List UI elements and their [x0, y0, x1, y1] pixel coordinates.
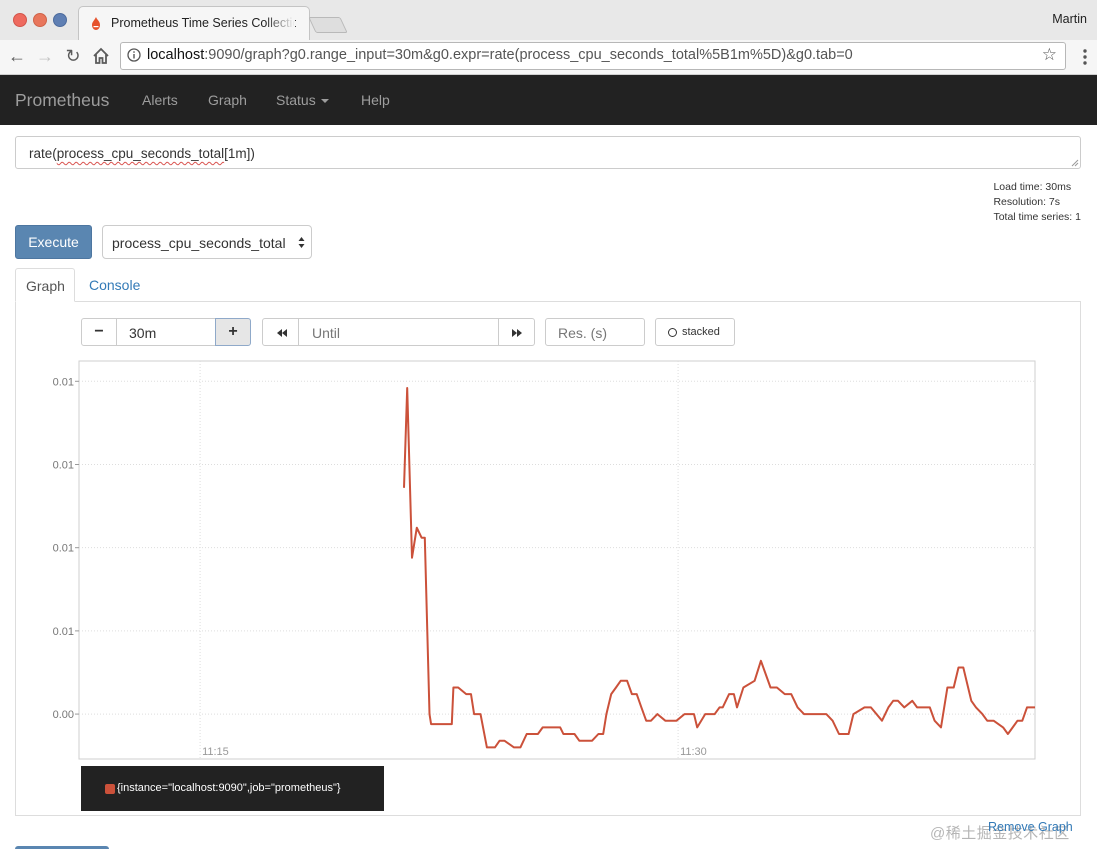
- x-tick-label: 11:30: [680, 746, 707, 758]
- tab-graph[interactable]: Graph: [15, 268, 75, 302]
- legend-series-label: {instance="localhost:9090",job="promethe…: [117, 782, 341, 794]
- expression-metric: process_cpu_seconds_total: [56, 146, 225, 161]
- forward-arrow-icon[interactable]: →: [34, 44, 56, 68]
- select-arrows-icon: [298, 237, 305, 248]
- x-tick-label: 11:15: [202, 746, 229, 758]
- profile-name[interactable]: Martin: [1052, 12, 1087, 26]
- range-increase-button[interactable]: +: [215, 318, 251, 346]
- expression-suffix: [1m]): [224, 146, 255, 161]
- metric-select-value: process_cpu_seconds_total: [112, 235, 286, 251]
- y-tick-label: 0.01: [53, 459, 74, 471]
- reload-icon[interactable]: ↻: [62, 44, 84, 68]
- resize-grip-icon[interactable]: [1071, 159, 1079, 167]
- stacked-toggle[interactable]: stacked: [655, 318, 735, 346]
- legend-swatch: [105, 784, 115, 794]
- browser-titlebar: Prometheus Time Series Collection and Pr…: [0, 0, 1097, 41]
- stacked-label: stacked: [682, 326, 720, 338]
- url-text[interactable]: localhost:9090/graph?g0.range_input=30m&…: [147, 47, 853, 63]
- new-tab-button[interactable]: [308, 17, 348, 33]
- address-bar[interactable]: localhost:9090/graph?g0.range_input=30m&…: [120, 42, 1066, 70]
- expression-text: rate(process_cpu_seconds_total[1m]): [29, 146, 255, 161]
- close-window-button[interactable]: [13, 13, 27, 27]
- query-stats: Load time: 30ms Resolution: 7s Total tim…: [993, 180, 1081, 225]
- range-decrease-button[interactable]: −: [81, 318, 117, 346]
- circle-icon: [668, 328, 677, 337]
- cpu-rate-chart[interactable]: 0.01 0.01 0.01 0.01 0.00 11:15 11:30: [40, 355, 1040, 765]
- until-placeholder: Until: [312, 325, 341, 341]
- nav-graph[interactable]: Graph: [208, 92, 247, 108]
- tab-console[interactable]: Console: [89, 277, 140, 293]
- caret-down-icon: [320, 99, 329, 104]
- range-input[interactable]: 30m: [116, 318, 216, 346]
- gridlines: [79, 361, 1035, 759]
- info-icon[interactable]: [127, 48, 141, 62]
- fast-forward-icon: [512, 329, 522, 337]
- nav-status[interactable]: Status: [276, 92, 329, 108]
- brand-link[interactable]: Prometheus: [15, 90, 109, 111]
- prometheus-favicon-icon: [92, 17, 100, 30]
- metric-select[interactable]: process_cpu_seconds_total: [102, 225, 312, 259]
- minimize-window-button[interactable]: [33, 13, 47, 27]
- nav-help[interactable]: Help: [361, 92, 390, 108]
- y-tick-label: 0.01: [53, 543, 74, 555]
- load-time: Load time: 30ms: [993, 181, 1072, 193]
- y-tick-label: 0.00: [53, 709, 74, 721]
- time-forward-button[interactable]: [498, 318, 535, 346]
- home-icon[interactable]: [90, 44, 112, 68]
- resolution-input[interactable]: Res. (s): [545, 318, 645, 346]
- resolution: Resolution: 7s: [993, 196, 1060, 208]
- rewind-icon: [277, 329, 287, 337]
- tab-title-fade: [265, 13, 295, 33]
- x-axis: 11:15 11:30: [202, 746, 707, 758]
- browser-tab[interactable]: Prometheus Time Series Collection and Pr…: [78, 6, 310, 41]
- url-host: localhost: [147, 47, 205, 63]
- y-tick-label: 0.01: [53, 376, 74, 388]
- series-line: [403, 387, 1035, 749]
- nav-alerts[interactable]: Alerts: [142, 92, 178, 108]
- browser-toolbar: ← → ↻ localhost:9090/graph?g0.range_inpu…: [0, 40, 1097, 75]
- range-value: 30m: [129, 325, 157, 341]
- expression-prefix: rate(: [29, 146, 57, 161]
- time-back-button[interactable]: [262, 318, 299, 346]
- plot-frame: [78, 360, 1036, 760]
- browser-menu-icon[interactable]: [1083, 48, 1087, 66]
- legend: {instance="localhost:9090",job="promethe…: [81, 766, 384, 811]
- execute-button[interactable]: Execute: [15, 225, 92, 259]
- y-tick-label: 0.01: [53, 626, 74, 638]
- back-arrow-icon[interactable]: ←: [6, 44, 28, 68]
- zoom-window-button[interactable]: [53, 13, 67, 27]
- tab-graph-label: Graph: [26, 278, 65, 294]
- resolution-placeholder: Res. (s): [558, 325, 607, 341]
- url-path: :9090/graph?g0.range_input=30m&g0.expr=r…: [204, 47, 853, 63]
- bookmark-star-icon[interactable]: ☆: [1042, 45, 1057, 65]
- total-time-series: Total time series: 1: [993, 211, 1081, 223]
- y-axis: 0.01 0.01 0.01 0.01 0.00: [53, 376, 79, 721]
- expression-input[interactable]: rate(process_cpu_seconds_total[1m]): [15, 136, 1081, 169]
- until-input[interactable]: Until: [298, 318, 499, 346]
- remove-graph-link[interactable]: Remove Graph: [988, 820, 1073, 834]
- nav-status-label: Status: [276, 92, 316, 108]
- top-navbar: Prometheus Alerts Graph Status Help: [0, 75, 1097, 125]
